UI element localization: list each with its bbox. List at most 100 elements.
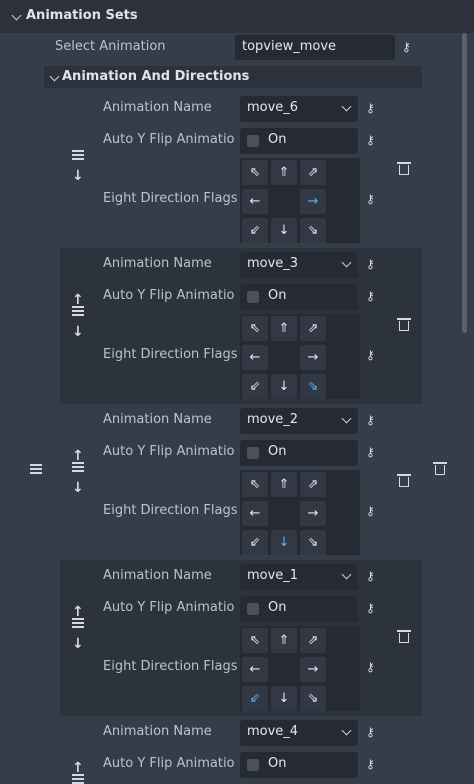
direction-toggle-up[interactable]: ⇑ — [271, 628, 297, 653]
drag-handle-icon[interactable] — [72, 306, 84, 316]
direction-toggle-up-left[interactable]: ⇖ — [242, 160, 268, 185]
key-icon[interactable]: ⚷ — [402, 40, 411, 54]
drag-handle-icon[interactable] — [72, 774, 84, 784]
auto-flip-label: Auto Y Flip Animatio — [103, 756, 235, 771]
direction-toggle-up-left[interactable]: ⇖ — [242, 628, 268, 653]
auto-flip-value: On — [268, 600, 287, 615]
key-icon[interactable]: ⚷ — [366, 445, 375, 459]
direction-toggle-up-right[interactable]: ⇗ — [300, 316, 326, 341]
direction-toggle-down[interactable]: ↓ — [271, 374, 297, 399]
auto-flip-checkbox[interactable]: On — [240, 128, 358, 154]
arrow-down-icon[interactable]: ↓ — [72, 168, 84, 184]
direction-cell-empty — [271, 345, 297, 370]
trash-icon[interactable] — [397, 162, 411, 176]
direction-toggle-down-left[interactable]: ⇙ — [242, 218, 268, 243]
drag-handle-icon[interactable] — [72, 462, 84, 472]
direction-toggle-down-right[interactable]: ⇘ — [300, 218, 326, 243]
direction-toggle-up-right[interactable]: ⇗ — [300, 628, 326, 653]
arrow-down-icon[interactable]: ↓ — [72, 324, 84, 340]
key-icon[interactable]: ⚷ — [366, 660, 375, 674]
scrollbar[interactable] — [462, 33, 467, 333]
direction-toggle-down[interactable]: ↓ — [271, 218, 297, 243]
direction-toggle-right[interactable]: → — [300, 345, 326, 370]
trash-icon[interactable] — [433, 462, 447, 476]
key-icon[interactable]: ⚷ — [366, 192, 375, 206]
direction-toggle-right[interactable]: → — [300, 657, 326, 682]
auto-flip-checkbox[interactable]: On — [240, 752, 358, 778]
key-icon[interactable]: ⚷ — [366, 504, 375, 518]
animation-name-dropdown[interactable]: move_1 — [240, 564, 358, 590]
animation-name-dropdown[interactable]: move_4 — [240, 720, 358, 746]
direction-toggle-up[interactable]: ⇑ — [271, 472, 297, 497]
key-icon[interactable]: ⚷ — [366, 348, 375, 362]
direction-toggle-up-left[interactable]: ⇖ — [242, 472, 268, 497]
direction-toggle-down-left[interactable]: ⇙ — [242, 374, 268, 399]
auto-flip-label: Auto Y Flip Animatio — [103, 444, 235, 459]
direction-toggle-left[interactable]: ← — [242, 501, 268, 526]
animation-name-dropdown[interactable]: move_3 — [240, 252, 358, 278]
chevron-down-icon — [341, 413, 352, 424]
direction-toggle-down-right[interactable]: ⇘ — [300, 374, 326, 399]
chevron-down-icon — [341, 257, 352, 268]
auto-flip-checkbox[interactable]: On — [240, 596, 358, 622]
checkbox-icon[interactable] — [247, 135, 259, 147]
direction-toggle-down-left[interactable]: ⇙ — [242, 686, 268, 711]
direction-flags-label: Eight Direction Flags — [103, 191, 238, 206]
select-animation-field[interactable]: topview_move — [235, 35, 395, 60]
trash-icon[interactable] — [397, 474, 411, 488]
animation-name-value: move_4 — [247, 724, 299, 739]
key-icon[interactable]: ⚷ — [366, 569, 375, 583]
direction-toggle-left[interactable]: ← — [242, 345, 268, 370]
direction-toggle-up-right[interactable]: ⇗ — [300, 160, 326, 185]
key-icon[interactable]: ⚷ — [366, 257, 375, 271]
animation-name-label: Animation Name — [103, 568, 212, 583]
direction-toggle-left[interactable]: ← — [242, 189, 268, 214]
key-icon[interactable]: ⚷ — [366, 725, 375, 739]
auto-flip-value: On — [268, 444, 287, 459]
checkbox-icon[interactable] — [247, 759, 259, 771]
key-icon[interactable]: ⚷ — [366, 601, 375, 615]
drag-handle-icon[interactable] — [30, 464, 42, 474]
chevron-down-icon — [341, 725, 352, 736]
direction-toggle-right[interactable]: → — [300, 501, 326, 526]
direction-toggle-left[interactable]: ← — [242, 657, 268, 682]
direction-toggle-down[interactable]: ↓ — [271, 686, 297, 711]
auto-flip-label: Auto Y Flip Animatio — [103, 600, 235, 615]
key-icon[interactable]: ⚷ — [366, 289, 375, 303]
auto-flip-checkbox[interactable]: On — [240, 284, 358, 310]
arrow-down-icon[interactable]: ↓ — [72, 636, 84, 652]
auto-flip-value: On — [268, 288, 287, 303]
arrow-down-icon[interactable]: ↓ — [72, 480, 84, 496]
direction-toggle-down-right[interactable]: ⇘ — [300, 530, 326, 555]
key-icon[interactable]: ⚷ — [366, 101, 375, 115]
auto-flip-value: On — [268, 132, 287, 147]
key-icon[interactable]: ⚷ — [366, 133, 375, 147]
direction-toggle-up-right[interactable]: ⇗ — [300, 472, 326, 497]
direction-toggle-down[interactable]: ↓ — [271, 530, 297, 555]
auto-flip-value: On — [268, 756, 287, 771]
checkbox-icon[interactable] — [247, 603, 259, 615]
animation-name-dropdown[interactable]: move_2 — [240, 408, 358, 434]
chevron-down-icon — [341, 101, 352, 112]
direction-toggle-down-left[interactable]: ⇙ — [242, 530, 268, 555]
checkbox-icon[interactable] — [247, 291, 259, 303]
drag-handle-icon[interactable] — [72, 150, 84, 160]
trash-icon[interactable] — [397, 630, 411, 644]
trash-icon[interactable] — [397, 318, 411, 332]
direction-cell-empty — [271, 189, 297, 214]
direction-toggle-down-right[interactable]: ⇘ — [300, 686, 326, 711]
direction-toggle-up[interactable]: ⇑ — [271, 160, 297, 185]
checkbox-icon[interactable] — [247, 447, 259, 459]
auto-flip-label: Auto Y Flip Animatio — [103, 132, 235, 147]
direction-toggle-up-left[interactable]: ⇖ — [242, 316, 268, 341]
animation-name-dropdown[interactable]: move_6 — [240, 96, 358, 122]
key-icon[interactable]: ⚷ — [366, 757, 375, 771]
direction-toggle-right[interactable]: → — [300, 189, 326, 214]
key-icon[interactable]: ⚷ — [366, 413, 375, 427]
subsection-title: Animation And Directions — [62, 69, 250, 84]
direction-toggle-up[interactable]: ⇑ — [271, 316, 297, 341]
drag-handle-icon[interactable] — [72, 618, 84, 628]
auto-flip-checkbox[interactable]: On — [240, 440, 358, 466]
direction-flags-grid: ⇖ ⇑ ⇗ ← → ⇙ ↓ ⇘ — [240, 314, 360, 399]
select-animation-label: Select Animation — [55, 39, 166, 54]
